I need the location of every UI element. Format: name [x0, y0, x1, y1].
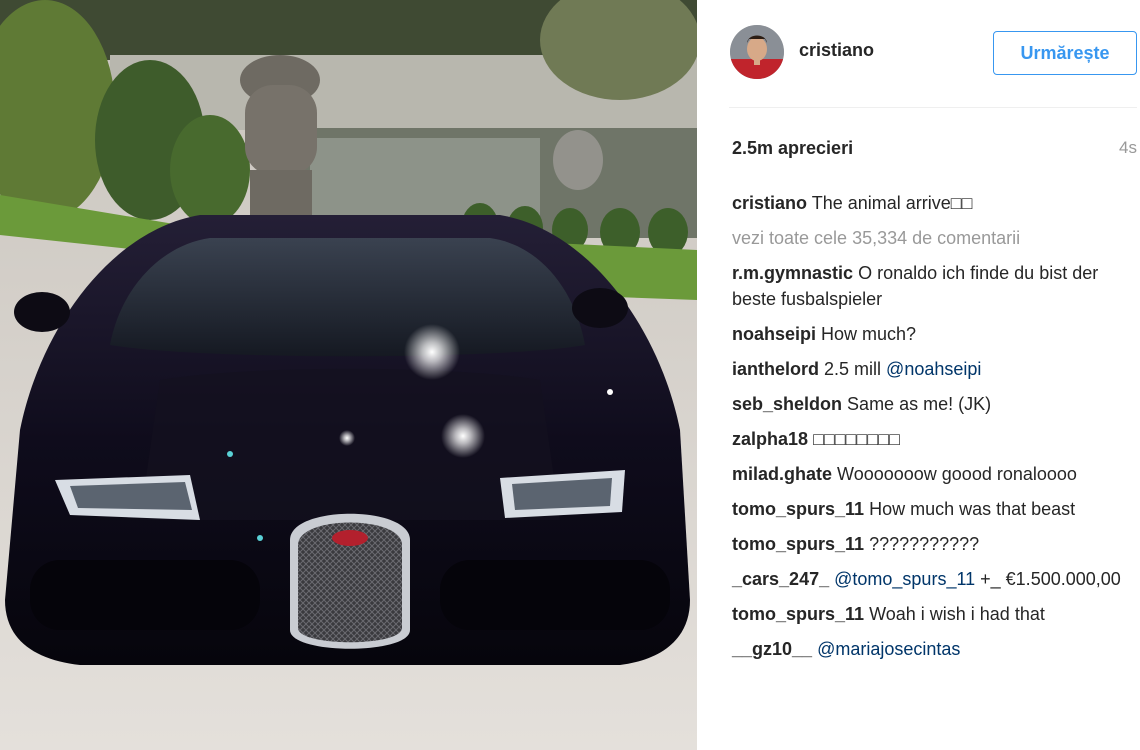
comment-username[interactable]: _cars_247_	[732, 569, 829, 589]
comment-username[interactable]: ianthelord	[732, 359, 819, 379]
mention-link[interactable]: @tomo_spurs_11	[834, 569, 975, 589]
post-timestamp[interactable]: 4s	[1119, 138, 1137, 158]
comment-item: tomo_spurs_11 ???????????	[732, 531, 1132, 557]
post-details-panel: cristiano Urmărește 2.5m aprecieri 4s cr…	[697, 0, 1140, 750]
view-all-comments-link[interactable]: vezi toate cele 35,334 de comentarii	[732, 225, 1132, 251]
comment-username[interactable]: tomo_spurs_11	[732, 604, 864, 624]
bugatti-badge	[332, 530, 368, 546]
comment-item: ianthelord 2.5 mill @noahseipi	[732, 356, 1132, 382]
post-photo[interactable]	[0, 0, 697, 750]
comment-username[interactable]: milad.ghate	[732, 464, 832, 484]
comment-item: noahseipi How much?	[732, 321, 1132, 347]
comment-username[interactable]: r.m.gymnastic	[732, 263, 853, 283]
comment-item: tomo_spurs_11 How much was that beast	[732, 496, 1132, 522]
comment-text: ???????????	[869, 534, 980, 554]
bugatti-car-image	[0, 0, 697, 750]
caption-text: The animal arrive□□	[811, 193, 973, 213]
comment-text: Wooooooow goood ronaloooo	[837, 464, 1077, 484]
comment-text: Woah i wish i had that	[869, 604, 1045, 624]
comment-item: __gz10__ @mariajosecintas	[732, 636, 1132, 662]
likes-count[interactable]: 2.5m aprecieri	[732, 138, 853, 159]
comment-text: How much was that beast	[869, 499, 1076, 519]
comment-text: Same as me! (JK)	[847, 394, 992, 414]
comment-username[interactable]: tomo_spurs_11	[732, 534, 864, 554]
comment-container: r.m.gymnastic O ronaldo ich finde du bis…	[732, 260, 1132, 662]
username[interactable]: cristiano	[799, 40, 874, 61]
caption: cristiano The animal arrive□□	[732, 190, 1132, 216]
comment-username[interactable]: noahseipi	[732, 324, 816, 344]
comment-username[interactable]: seb_sheldon	[732, 394, 842, 414]
caption-username[interactable]: cristiano	[732, 193, 807, 213]
comment-item: milad.ghate Wooooooow goood ronaloooo	[732, 461, 1132, 487]
comment-text: 2.5 mill @noahseipi	[824, 359, 982, 379]
comment-text: How much?	[821, 324, 917, 344]
follow-button[interactable]: Urmărește	[993, 31, 1137, 75]
comment-item: tomo_spurs_11 Woah i wish i had that	[732, 601, 1132, 627]
post-header: cristiano Urmărește	[697, 0, 1140, 108]
comment-item: r.m.gymnastic O ronaldo ich finde du bis…	[732, 260, 1132, 312]
comments-list: cristiano The animal arrive□□ vezi toate…	[732, 190, 1132, 671]
comment-item: zalpha18 □□□□□□□□	[732, 426, 1132, 452]
comment-text: @tomo_spurs_11 +_ €1.500.000,00	[834, 569, 1121, 589]
comment-username[interactable]: zalpha18	[732, 429, 808, 449]
comment-username[interactable]: __gz10__	[732, 639, 812, 659]
mention-link[interactable]: @mariajosecintas	[817, 639, 960, 659]
header-divider	[729, 107, 1137, 108]
comment-text: @mariajosecintas	[817, 639, 960, 659]
comment-text: □□□□□□□□	[813, 429, 901, 449]
avatar[interactable]	[730, 25, 784, 79]
comment-username[interactable]: tomo_spurs_11	[732, 499, 864, 519]
comment-item: seb_sheldon Same as me! (JK)	[732, 391, 1132, 417]
mention-link[interactable]: @noahseipi	[886, 359, 981, 379]
likes-row: 2.5m aprecieri 4s	[732, 138, 1137, 162]
profile-picture-icon	[730, 25, 784, 79]
comment-item: _cars_247_ @tomo_spurs_11 +_ €1.500.000,…	[732, 566, 1132, 592]
